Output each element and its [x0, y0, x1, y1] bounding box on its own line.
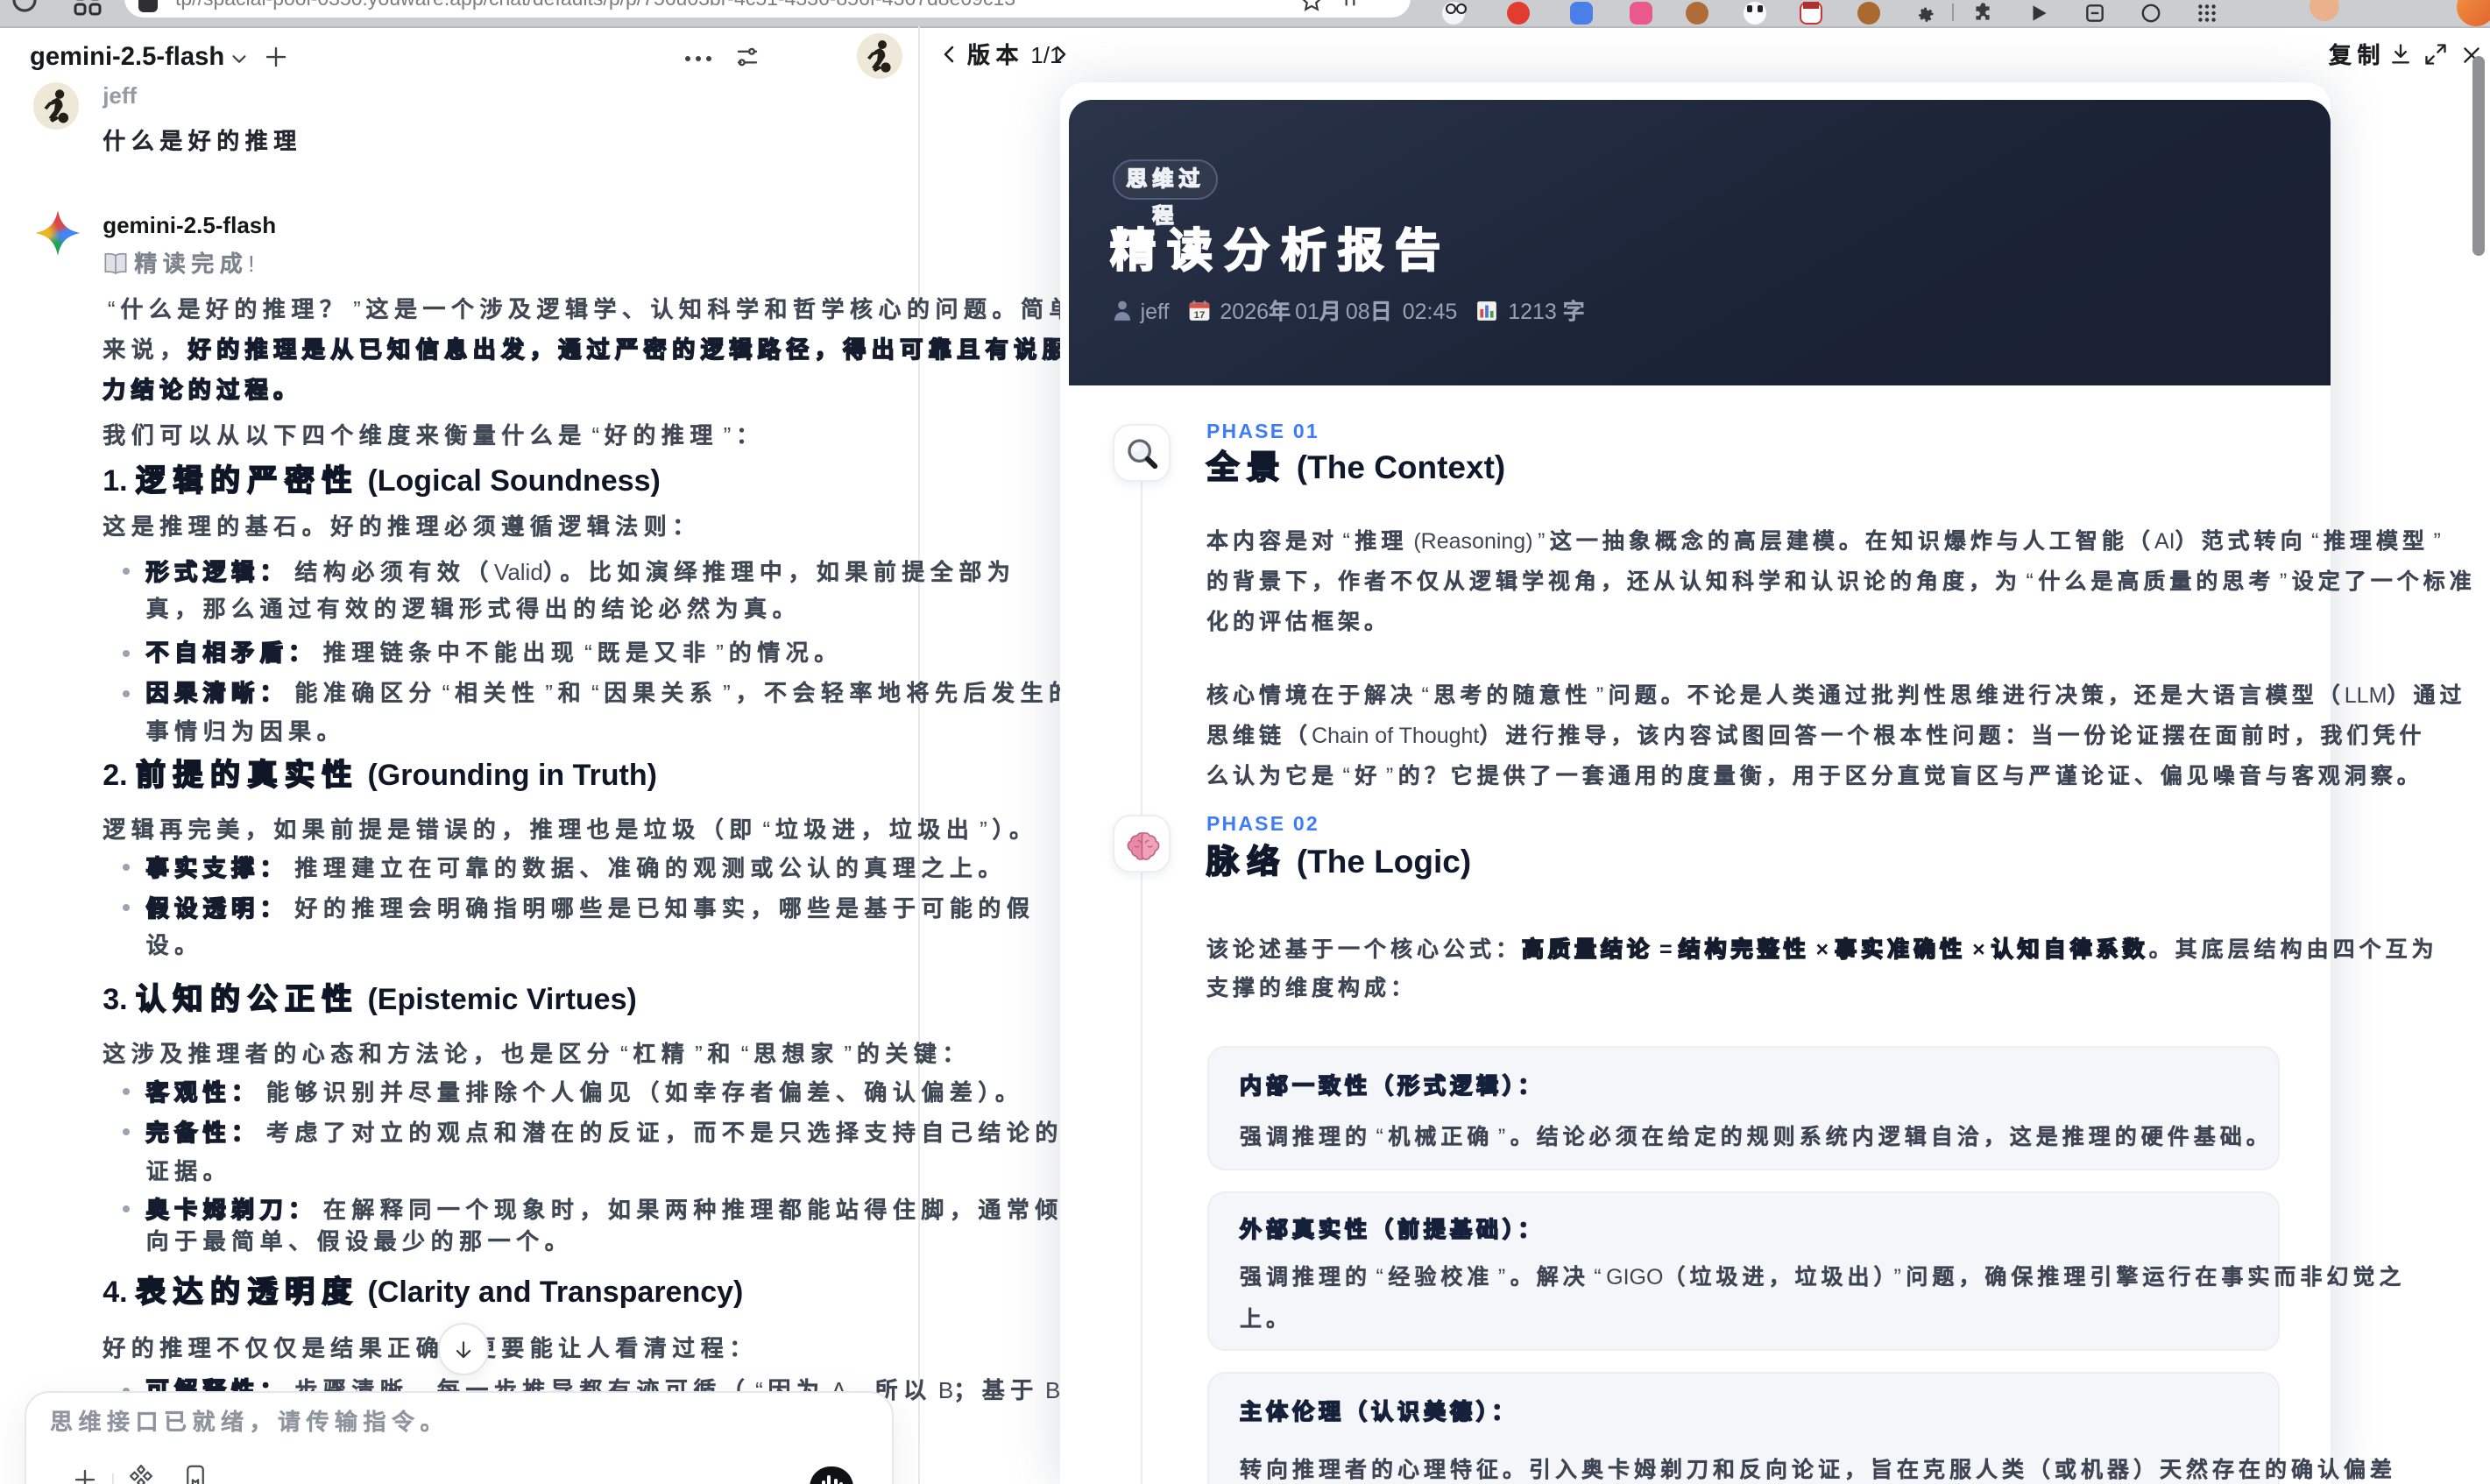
svg-text:17: 17: [1193, 311, 1205, 322]
